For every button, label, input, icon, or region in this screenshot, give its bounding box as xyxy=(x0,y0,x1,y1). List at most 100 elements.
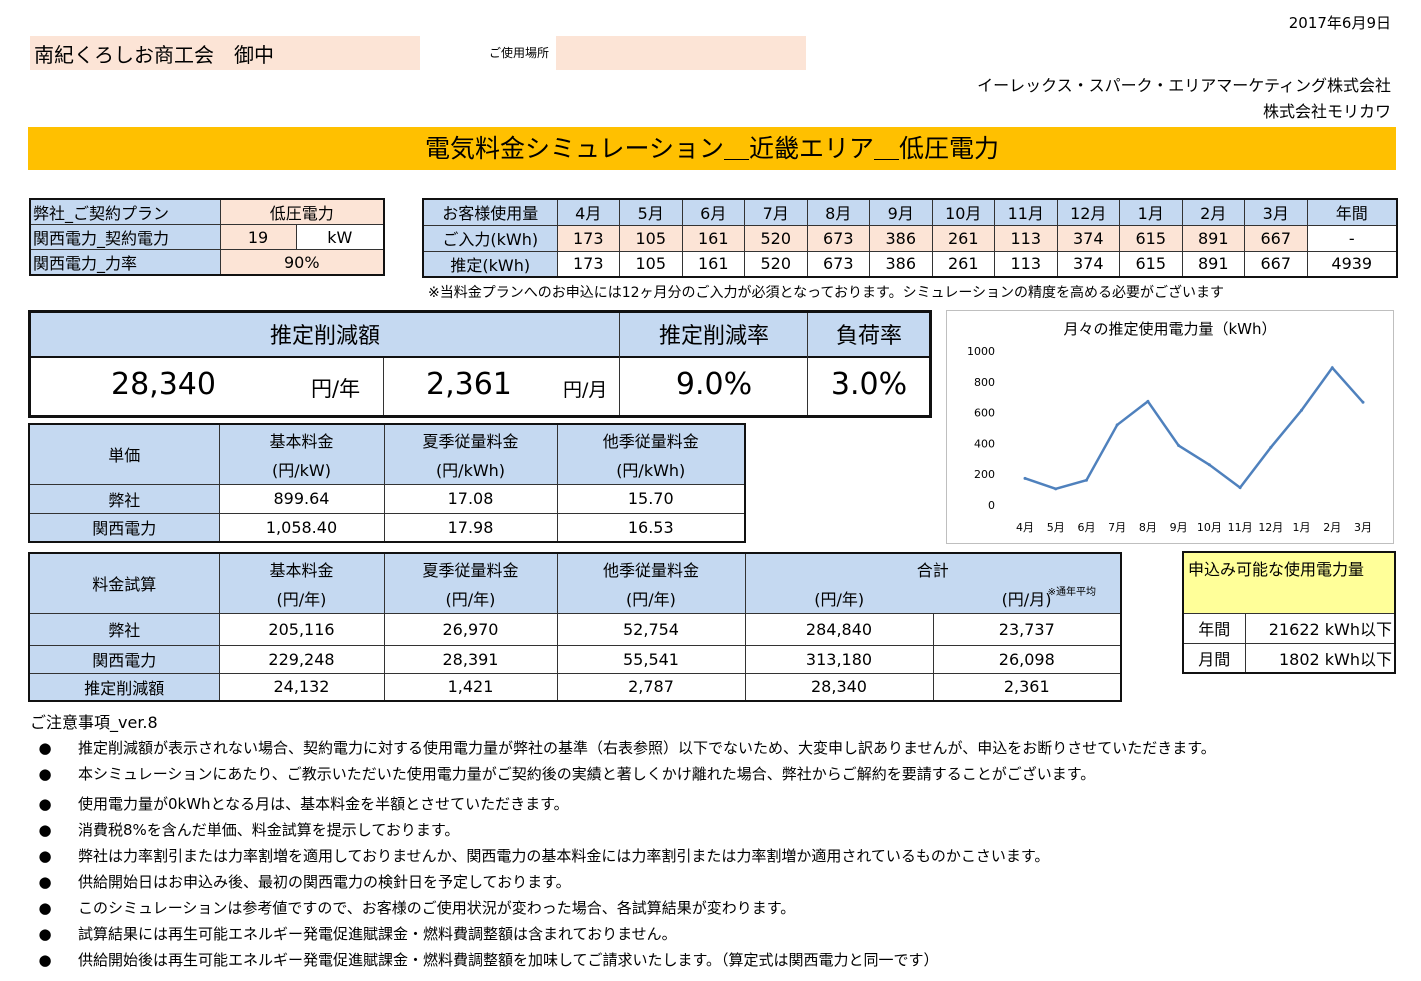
trial-head-other-unit: (円/年) xyxy=(556,583,746,614)
trial-cell: 313,180 xyxy=(744,644,934,674)
trial-cell: 284,840 xyxy=(744,612,934,646)
reduction-label: 推定削減額 xyxy=(269,324,380,349)
usage-input-cell[interactable]: 374 xyxy=(1056,224,1120,252)
reduction-month-value: 2,361 xyxy=(426,367,512,402)
usage-est-cell: 615 xyxy=(1119,250,1183,278)
unit-head-summer-unit: (円/kWh) xyxy=(383,454,558,485)
usage-month-header: 12月 xyxy=(1056,198,1120,226)
usage-input-cell[interactable]: 386 xyxy=(869,224,933,252)
usage-input-cell[interactable]: 520 xyxy=(744,224,808,252)
usage-chart: 月々の推定使用電力量（kWh） 0 200 400 600 800 1000 4月 5月 6月 7… xyxy=(946,310,1394,544)
usage-annual-header: 年間 xyxy=(1306,198,1398,226)
note-text: 試算結果には再生可能エネルギー発電促進賦課金・燃料費調整額は含まれておりません。 xyxy=(78,925,677,943)
unit-head-other-unit: (円/kWh) xyxy=(556,454,746,485)
x-tick-label: 7月 xyxy=(1108,521,1126,534)
load-factor-value: 3.0% xyxy=(830,367,908,402)
data-point xyxy=(1238,486,1242,490)
usage-input-cell[interactable]: 261 xyxy=(931,224,995,252)
note-item: ● このシミュレーションは参考値ですので、お客様のご使用状況が変わった場合、各試算… xyxy=(30,895,1400,921)
x-tick-label: 6月 xyxy=(1077,521,1095,534)
usage-input-cell[interactable]: 161 xyxy=(681,224,745,252)
unit-head-basic: 基本料金 xyxy=(218,423,385,454)
unit-head-other: 他季従量料金 xyxy=(556,423,746,454)
location-field[interactable] xyxy=(556,36,806,70)
usage-est-cell: 891 xyxy=(1181,250,1245,278)
company-name-2: 株式会社モリカワ xyxy=(1262,102,1391,121)
page-title: 電気料金シミュレーション＿近畿エリア＿低圧電力 xyxy=(424,134,999,163)
document-date: 2017年6月9日 xyxy=(1288,14,1391,32)
trial-head-month-unit: (円/月) xyxy=(1001,589,1052,609)
trial-row-name: 推定削減額 xyxy=(28,672,220,702)
trial-cell: 205,116 xyxy=(218,612,385,646)
trial-head-basic: 基本料金 xyxy=(218,552,385,583)
bullet-icon: ● xyxy=(38,925,52,943)
plan-label: 弊社_ご契約プラン xyxy=(29,198,221,225)
trial-cell: 26,098 xyxy=(932,644,1122,674)
note-item: ● 供給開始後は再生可能エネルギー発電促進賦課金・燃料費調整額を加味してご請求いた… xyxy=(30,947,1400,973)
trial-cell: 28,340 xyxy=(744,672,934,702)
usage-line-chart: 0 200 400 600 800 1000 4月 5月 6月 7月 8月 9月 10月 11月 12月 1月… xyxy=(967,345,1372,534)
usage-est-annual: 4939 xyxy=(1306,250,1398,278)
usage-month-header: 11月 xyxy=(994,198,1058,226)
trial-head-basic-unit: (円/年) xyxy=(218,583,385,614)
trial-cell: 2,787 xyxy=(556,672,746,702)
contract-value[interactable]: 19 xyxy=(219,224,297,250)
usage-est-label: 推定(kWh) xyxy=(422,250,558,278)
unit-head-basic-unit: (円/kW) xyxy=(218,454,385,485)
trial-cell: 23,737 xyxy=(932,612,1122,646)
bullet-icon: ● xyxy=(38,873,52,891)
bullet-icon: ● xyxy=(38,899,52,917)
plan-value[interactable]: 低圧電力 xyxy=(219,198,385,225)
unit-price-label: 単価 xyxy=(28,423,220,485)
trial-cell: 52,754 xyxy=(556,612,746,646)
limits-annual-value: 21622 kWh以下 xyxy=(1244,612,1396,644)
trial-cell: 26,970 xyxy=(383,612,558,646)
data-point xyxy=(1361,400,1365,404)
usage-month-header: 10月 xyxy=(931,198,995,226)
unit-row-name: 弊社 xyxy=(28,483,220,514)
power-factor-value[interactable]: 90% xyxy=(219,249,385,276)
y-tick-label: 0 xyxy=(988,499,995,512)
usage-input-cell[interactable]: 113 xyxy=(994,224,1058,252)
data-point xyxy=(1177,444,1181,448)
usage-input-cell[interactable]: 673 xyxy=(806,224,870,252)
note-text: 供給開始日はお申込み後、最初の関西電力の検針日を予定しております。 xyxy=(78,873,571,891)
location-label: ご使用場所 xyxy=(489,46,550,60)
usage-input-cell[interactable]: 173 xyxy=(556,224,620,252)
reduction-rate-value: 9.0% xyxy=(675,367,753,402)
usage-table: お客様使用量 4月 5月 6月 7月 8月 9月 10月 11月 12月 1月 2月 3月 年間 ご入力… xyxy=(422,198,1398,278)
bullet-icon: ● xyxy=(38,951,52,969)
trial-head-summer: 夏季従量料金 xyxy=(383,552,558,583)
limits-monthly-value: 1802 kWh以下 xyxy=(1244,642,1396,674)
data-point xyxy=(1115,423,1119,427)
unit-cell: 15.70 xyxy=(556,483,746,514)
reduction-year-value: 28,340 xyxy=(111,367,216,402)
x-tick-label: 12月 xyxy=(1258,521,1283,534)
note-item: ● 本シミュレーションにあたり、ご教示いただいた使用電力量がご契約後の実績と著しく… xyxy=(30,761,1400,787)
trial-head-other: 他季従量料金 xyxy=(556,552,746,583)
trial-table: 料金試算 基本料金 夏季従量料金 他季従量料金 合計 (円/年) (円/年) (… xyxy=(28,552,1123,702)
trial-cell: 28,391 xyxy=(383,644,558,674)
trial-cell: 55,541 xyxy=(556,644,746,674)
usage-est-cell: 673 xyxy=(806,250,870,278)
note-text: 使用電力量が0kWhとなる月は、基本料金を半額とさせていただきます。 xyxy=(78,795,569,813)
unit-cell: 17.08 xyxy=(383,483,558,514)
usage-header-label: お客様使用量 xyxy=(422,198,558,226)
usage-input-cell[interactable]: 615 xyxy=(1119,224,1183,252)
usage-input-cell[interactable]: 891 xyxy=(1181,224,1245,252)
usage-input-annual: - xyxy=(1306,224,1398,252)
x-tick-label: 10月 xyxy=(1197,521,1222,534)
usage-input-cell[interactable]: 667 xyxy=(1244,224,1308,252)
unit-cell: 17.98 xyxy=(383,512,558,543)
contract-label: 関西電力_契約電力 xyxy=(29,224,221,250)
usage-month-header: 4月 xyxy=(556,198,620,226)
reduction-year-unit: 円/年 xyxy=(311,377,361,401)
usage-est-cell: 520 xyxy=(744,250,808,278)
data-point xyxy=(1330,366,1334,370)
trial-label: 料金試算 xyxy=(28,552,220,614)
usage-month-header: 6月 xyxy=(681,198,745,226)
usage-input-cell[interactable]: 105 xyxy=(619,224,683,252)
unit-head-summer: 夏季従量料金 xyxy=(383,423,558,454)
plan-table: 弊社_ご契約プラン 低圧電力 関西電力_契約電力 19 kW 関西電力_力率 9… xyxy=(29,198,386,276)
limits-monthly-label: 月間 xyxy=(1182,642,1246,674)
